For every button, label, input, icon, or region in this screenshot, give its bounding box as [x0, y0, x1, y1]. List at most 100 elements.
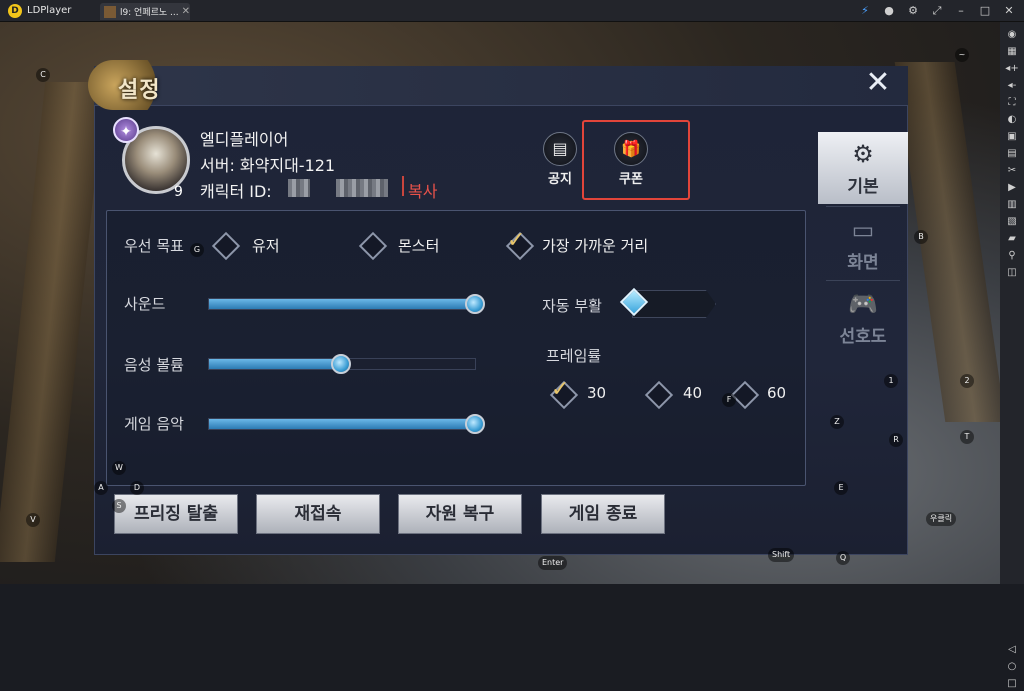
copy-button[interactable]: 복사: [408, 178, 437, 202]
character-id-redacted: [288, 179, 310, 197]
key-hint-scroll: 우클릭: [926, 512, 957, 526]
character-name: 엘디플레이어: [200, 130, 289, 149]
game-music-slider-fill: [209, 419, 475, 429]
class-badge-icon: ✦: [113, 117, 139, 143]
exit-game-button[interactable]: 게임 종료: [541, 494, 665, 534]
sidebar-keyboard-icon[interactable]: ▦: [1005, 45, 1019, 59]
tab-game[interactable]: l9: 언페르노 ... ✕: [100, 3, 190, 20]
sidebar-cut-icon[interactable]: ✂: [1005, 164, 1019, 178]
tab-close-icon[interactable]: ✕: [182, 6, 190, 17]
sound-slider[interactable]: [208, 294, 485, 314]
sidebar-folder-icon[interactable]: ▰: [1005, 232, 1019, 246]
sidebar-record-icon[interactable]: ▶: [1005, 181, 1019, 195]
key-hint-f: F: [722, 393, 736, 407]
home-icon[interactable]: ○: [1005, 660, 1019, 674]
sound-slider-fill: [209, 299, 475, 309]
voice-volume-slider-fill: [209, 359, 342, 369]
window-controls: ⚡ ● ⚙ ⤢ – □ ✕: [858, 3, 1016, 19]
key-hint-2: 2: [960, 374, 974, 388]
coupon-button[interactable]: 🎁 쿠폰: [608, 132, 654, 187]
target-nearest-label[interactable]: 가장 가까운 거리: [542, 235, 648, 256]
tab-basic-label: 기본: [847, 177, 879, 197]
sound-label: 사운드: [124, 295, 166, 313]
notice-label: 공지: [548, 172, 572, 187]
sidebar-fullscreen-icon[interactable]: ⛶: [1005, 96, 1019, 110]
game-music-slider-knob[interactable]: [465, 414, 485, 434]
gear-icon: ⚙: [852, 140, 874, 168]
tab-preference-label: 선호도: [839, 327, 887, 347]
key-hint-shift: Shift: [768, 548, 795, 562]
target-user-label[interactable]: 유저: [252, 235, 280, 256]
target-monster-label[interactable]: 몬스터: [398, 235, 439, 256]
monitor-icon: ▭: [851, 216, 875, 244]
server-name: 서버: 화약지대-121: [200, 156, 336, 175]
voice-volume-slider[interactable]: [208, 354, 476, 374]
sidebar-volume-up-icon[interactable]: ◂+: [1005, 62, 1019, 76]
key-hint-w: W: [112, 461, 126, 475]
key-hint-enter: Enter: [538, 556, 568, 570]
sidebar-macro-icon[interactable]: ▥: [1005, 198, 1019, 212]
tab-screen[interactable]: ▭ 화면: [818, 208, 908, 280]
key-hint-r: R: [889, 433, 903, 447]
game-music-slider[interactable]: [208, 414, 485, 434]
sound-slider-knob[interactable]: [465, 294, 485, 314]
sidebar-gamepad-icon[interactable]: ◉: [1005, 28, 1019, 42]
settings-icon[interactable]: ⚙: [906, 3, 920, 19]
window-close-icon[interactable]: ✕: [1002, 3, 1016, 19]
bg-pillar: [0, 82, 106, 562]
character-id-label: 캐릭터 ID:: [200, 182, 272, 201]
coupon-label: 쿠폰: [619, 172, 643, 187]
lightning-icon[interactable]: ⚡: [858, 3, 872, 19]
key-hint-1: 1: [884, 374, 898, 388]
minimize-icon[interactable]: –: [954, 3, 968, 19]
game-thumbnail-icon: [104, 5, 116, 18]
target-priority-label: 우선 목표: [124, 237, 184, 255]
settings-content: [106, 210, 806, 486]
sidebar-sync-icon[interactable]: ◐: [1005, 113, 1019, 127]
back-icon[interactable]: ◁: [1005, 643, 1019, 657]
settings-header: [94, 66, 908, 106]
fps-30-check-icon: ✓: [551, 377, 570, 402]
pin-icon[interactable]: ⤢: [930, 3, 944, 19]
key-hint-tilde: ~: [955, 48, 969, 62]
fps-30-label[interactable]: 30: [587, 384, 606, 402]
sidebar-apk-icon[interactable]: ▤: [1005, 147, 1019, 161]
fps-40-label[interactable]: 40: [683, 384, 702, 402]
clipboard-icon: ▤: [543, 132, 577, 166]
gamepad-icon: 🎮: [848, 290, 878, 318]
sidebar-volume-down-icon[interactable]: ◂-: [1005, 79, 1019, 93]
level-badge: 9: [174, 184, 183, 200]
character-id-redacted-2: [336, 179, 388, 197]
sidebar-shake-icon[interactable]: ▧: [1005, 215, 1019, 229]
key-hint-t: T: [960, 430, 974, 444]
sidebar-screenshot-icon[interactable]: ▣: [1005, 130, 1019, 144]
window-titlebar: D LDPlayer l9: 언페르노 ... ✕ ⚡ ● ⚙ ⤢ – □ ✕: [0, 0, 1024, 22]
tab-label: l9: 언페르노 ...: [119, 8, 178, 18]
sidebar-multi-icon[interactable]: ◫: [1005, 266, 1019, 280]
tab-preference[interactable]: 🎮 선호도: [818, 282, 908, 354]
game-music-label: 게임 음악: [124, 415, 184, 433]
auto-revive-label: 자동 부활: [542, 297, 602, 315]
freeze-escape-button[interactable]: 프리징 탈출: [114, 494, 238, 534]
key-hint-a: A: [94, 481, 108, 495]
recents-icon[interactable]: □: [1005, 677, 1019, 691]
key-hint-v: V: [26, 513, 40, 527]
tab-screen-label: 화면: [847, 253, 879, 273]
user-icon[interactable]: ●: [882, 3, 896, 19]
close-button[interactable]: ✕: [860, 66, 896, 102]
tab-divider: [826, 206, 900, 207]
page-title: 설정: [118, 78, 161, 103]
sidebar-location-icon[interactable]: ⚲: [1005, 249, 1019, 263]
maximize-icon[interactable]: □: [978, 3, 992, 19]
id-divider: [402, 176, 404, 196]
resource-recovery-button[interactable]: 자원 복구: [398, 494, 522, 534]
reconnect-button[interactable]: 재접속: [256, 494, 380, 534]
emulator-sidebar: ◉ ▦ ◂+ ◂- ⛶ ◐ ▣ ▤ ✂ ▶ ▥ ▧ ▰ ⚲ ◫ ◁ ○ □: [1000, 22, 1024, 689]
key-hint-d: D: [130, 481, 144, 495]
key-hint-b: B: [914, 230, 928, 244]
app-name: LDPlayer: [27, 5, 72, 16]
notice-button[interactable]: ▤ 공지: [540, 132, 580, 187]
tab-basic[interactable]: ⚙ 기본: [818, 132, 908, 204]
fps-60-label[interactable]: 60: [767, 384, 786, 402]
voice-volume-slider-knob[interactable]: [331, 354, 351, 374]
